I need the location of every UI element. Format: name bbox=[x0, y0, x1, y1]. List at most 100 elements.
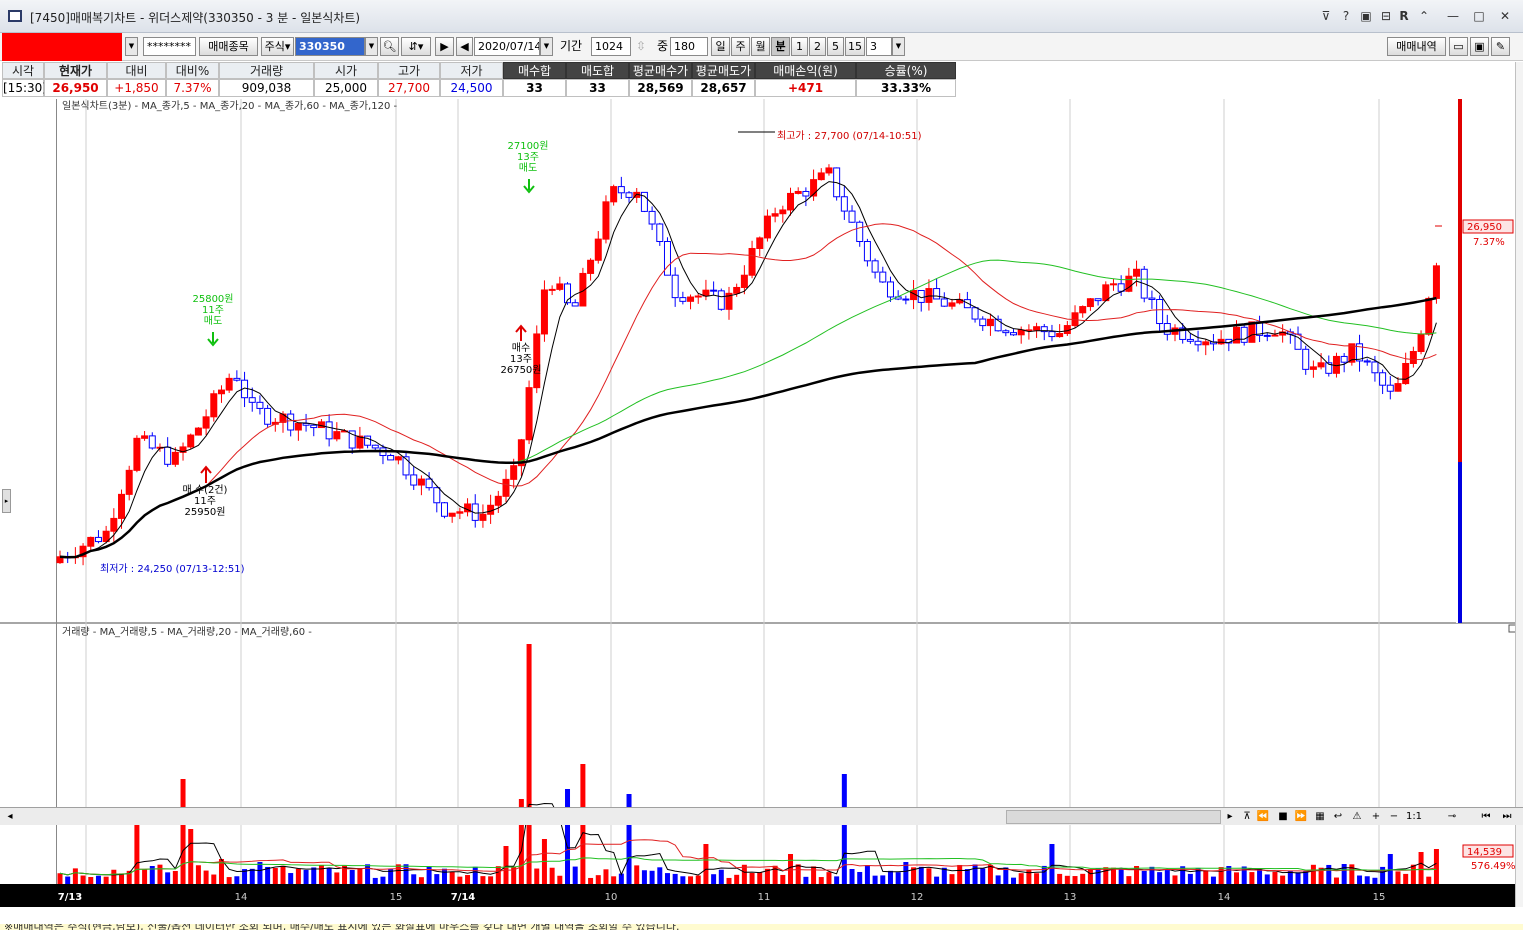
unit-5-button[interactable]: 5 bbox=[827, 37, 844, 56]
collapse-icon[interactable]: ⌃ bbox=[1416, 9, 1432, 23]
search-icon[interactable]: 🔍︎ bbox=[380, 37, 399, 56]
settings-icon[interactable]: ✎ bbox=[1491, 37, 1510, 56]
zoom-out-icon[interactable]: − bbox=[1387, 810, 1401, 824]
crosshair-icon[interactable]: ⚠ bbox=[1350, 810, 1364, 824]
buy-strength-bar bbox=[1458, 99, 1462, 462]
candle-up bbox=[210, 393, 218, 418]
value-open: 25,000 bbox=[314, 79, 378, 97]
candle-down bbox=[1379, 372, 1387, 386]
minute-input[interactable]: 3 bbox=[866, 37, 892, 56]
volume-bar-down bbox=[880, 875, 886, 884]
volume-bar-up bbox=[465, 875, 471, 884]
last-page-icon[interactable]: ⏭ bbox=[1500, 810, 1514, 824]
zoom-in-icon[interactable]: + bbox=[1369, 810, 1383, 824]
unit-1-button[interactable]: 1 bbox=[791, 37, 808, 56]
sell-annotation-line: 매도 bbox=[519, 162, 537, 174]
window-title: [7450]매매복기차트 - 위더스제약(330350 - 3 분 - 일본식차… bbox=[30, 11, 361, 25]
volume-bar-down bbox=[65, 876, 71, 884]
candle-down bbox=[1371, 361, 1379, 374]
volume-bar-up bbox=[111, 869, 117, 884]
screen-icon[interactable]: ▣ bbox=[1358, 9, 1374, 23]
app-window: [7450]매매복기차트 - 위더스제약(330350 - 3 분 - 일본식차… bbox=[0, 0, 1523, 930]
volume-bar-up bbox=[1126, 876, 1132, 884]
spinner-icon[interactable]: ⇳ bbox=[636, 37, 646, 56]
candle-down bbox=[94, 536, 102, 543]
sell-strength-bar bbox=[1458, 462, 1462, 623]
stock-code-dropdown[interactable]: ▼ bbox=[365, 37, 378, 56]
unit-minute-button[interactable]: 분 bbox=[771, 37, 790, 56]
sort-select[interactable]: ⇵▾ bbox=[401, 37, 431, 56]
candle-up bbox=[817, 172, 825, 181]
maximize-button[interactable]: □ bbox=[1471, 9, 1487, 23]
price-volume-chart: 일본식차트(3분) - MA_종가,5 - MA_종가,20 - MA_종가,6… bbox=[0, 99, 1517, 907]
value-current-price: 26,950 bbox=[44, 79, 107, 97]
account-dropdown[interactable]: ▼ bbox=[125, 37, 138, 56]
candle-up bbox=[225, 377, 233, 391]
candle-up bbox=[394, 456, 402, 461]
date-dropdown[interactable]: ▼ bbox=[540, 37, 553, 56]
arrow-right-icon[interactable]: ▶ bbox=[435, 37, 454, 56]
asset-type-select[interactable]: 주식▾ bbox=[261, 37, 294, 56]
candle-down bbox=[625, 192, 633, 198]
candle-down bbox=[287, 413, 295, 431]
scroll-right-icon[interactable]: ▸ bbox=[1224, 810, 1236, 824]
volume-bar-up bbox=[788, 854, 794, 884]
volume-bar-up bbox=[688, 876, 694, 884]
volume-bar-up bbox=[1087, 869, 1093, 884]
stop-icon[interactable]: ■ bbox=[1276, 810, 1290, 824]
arrow-left-icon[interactable]: ◀ bbox=[456, 37, 473, 56]
candle-up bbox=[540, 289, 548, 335]
volume-bar-up bbox=[734, 874, 740, 884]
header-volume: 거래량 bbox=[219, 62, 314, 79]
unit-week-button[interactable]: 주 bbox=[731, 37, 750, 56]
status-message: ※매매내역은 주식(현금,담보), 선물/옵션 데이터만 조회 되며, 매수/매… bbox=[0, 924, 1523, 930]
zoom-icon[interactable]: ⊼ bbox=[1240, 810, 1254, 824]
candle-down bbox=[848, 210, 856, 223]
volume-bar-down bbox=[1380, 866, 1386, 884]
minute-dropdown[interactable]: ▼ bbox=[892, 37, 905, 56]
minimize-button[interactable]: — bbox=[1445, 9, 1461, 23]
ratio-label[interactable]: 1:1 bbox=[1405, 810, 1423, 824]
volume-bar-up bbox=[1403, 873, 1409, 884]
unit-month-button[interactable]: 월 bbox=[751, 37, 770, 56]
volume-bar-down bbox=[834, 876, 840, 884]
save-icon[interactable]: ▣ bbox=[1470, 37, 1489, 56]
volume-bar-down bbox=[1303, 871, 1309, 884]
refresh-icon[interactable]: R bbox=[1396, 9, 1412, 23]
unit-15-button[interactable]: 15 bbox=[845, 37, 865, 56]
volume-bar-up bbox=[1333, 877, 1339, 884]
period-input[interactable]: 1024 bbox=[591, 37, 631, 56]
password-field[interactable]: ******** bbox=[143, 37, 196, 56]
print-icon[interactable]: ⊟ bbox=[1378, 9, 1394, 23]
date-input[interactable]: 2020/07/14 bbox=[474, 37, 540, 56]
volume-bar-up bbox=[557, 875, 563, 884]
stock-code-input[interactable]: 330350 bbox=[295, 37, 365, 56]
value-change: +1,850 bbox=[107, 79, 166, 97]
chart-scrollbar[interactable]: ◂ ▸ ⊼ ⏪ ■ ⏩ ▦ ↩ ⚠ + −1:1 ⊸ ⏮ ⏭ bbox=[0, 807, 1523, 825]
count-input[interactable]: 180 bbox=[670, 37, 708, 56]
volume-bar-down bbox=[1049, 844, 1055, 884]
unit-2-button[interactable]: 2 bbox=[809, 37, 826, 56]
scroll-left-icon[interactable]: ◂ bbox=[4, 810, 16, 824]
unit-day-button[interactable]: 일 bbox=[711, 37, 730, 56]
trade-history-button[interactable]: 매매내역 bbox=[1387, 37, 1446, 56]
scroll-thumb[interactable] bbox=[1006, 810, 1221, 824]
pin-icon[interactable]: ⊽ bbox=[1318, 9, 1334, 23]
trade-items-button[interactable]: 매매종목 bbox=[199, 37, 258, 56]
close-button[interactable]: ✕ bbox=[1497, 9, 1513, 23]
grid-icon[interactable]: ▦ bbox=[1313, 810, 1327, 824]
candle-up bbox=[1417, 333, 1425, 352]
value-low: 24,500 bbox=[440, 79, 503, 97]
candle-up bbox=[748, 247, 756, 276]
folder-icon[interactable]: ▭ bbox=[1449, 37, 1468, 56]
zoom-slider[interactable]: ⊸ bbox=[1432, 810, 1472, 824]
help-icon[interactable]: ? bbox=[1338, 9, 1354, 23]
step-forward-icon[interactable]: ⏩ bbox=[1294, 810, 1308, 824]
step-back-icon[interactable]: ⏪ bbox=[1256, 810, 1270, 824]
volume-bar-down bbox=[718, 869, 724, 884]
header-time: 시각 bbox=[2, 62, 44, 79]
first-page-icon[interactable]: ⏮ bbox=[1479, 810, 1493, 824]
undo-icon[interactable]: ↩ bbox=[1331, 810, 1345, 824]
volume-bar-up bbox=[695, 875, 701, 884]
volume-bar-up bbox=[1310, 864, 1316, 884]
